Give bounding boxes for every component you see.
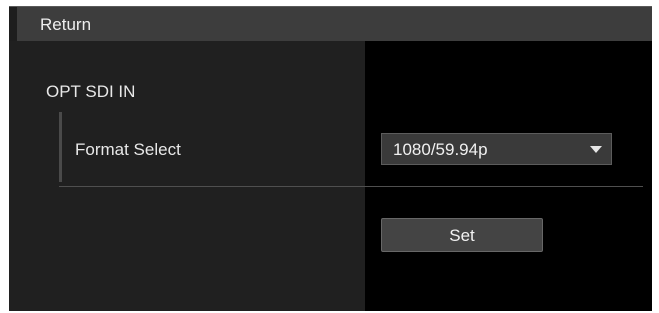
format-select-value: 1080/59.94p xyxy=(393,140,488,159)
group-label-opt-sdi-in: OPT SDI IN xyxy=(46,82,136,101)
format-select-label: Format Select xyxy=(75,140,181,159)
header-accent-bar xyxy=(9,7,17,42)
indent-bar xyxy=(59,112,62,182)
chevron-down-icon xyxy=(590,146,602,153)
value-column xyxy=(365,41,652,311)
section-title: Return xyxy=(40,15,92,34)
row-divider xyxy=(59,186,643,187)
format-select-dropdown[interactable]: 1080/59.94p xyxy=(381,133,612,165)
set-button[interactable]: Set xyxy=(381,218,543,252)
section-header: Return xyxy=(9,6,652,42)
